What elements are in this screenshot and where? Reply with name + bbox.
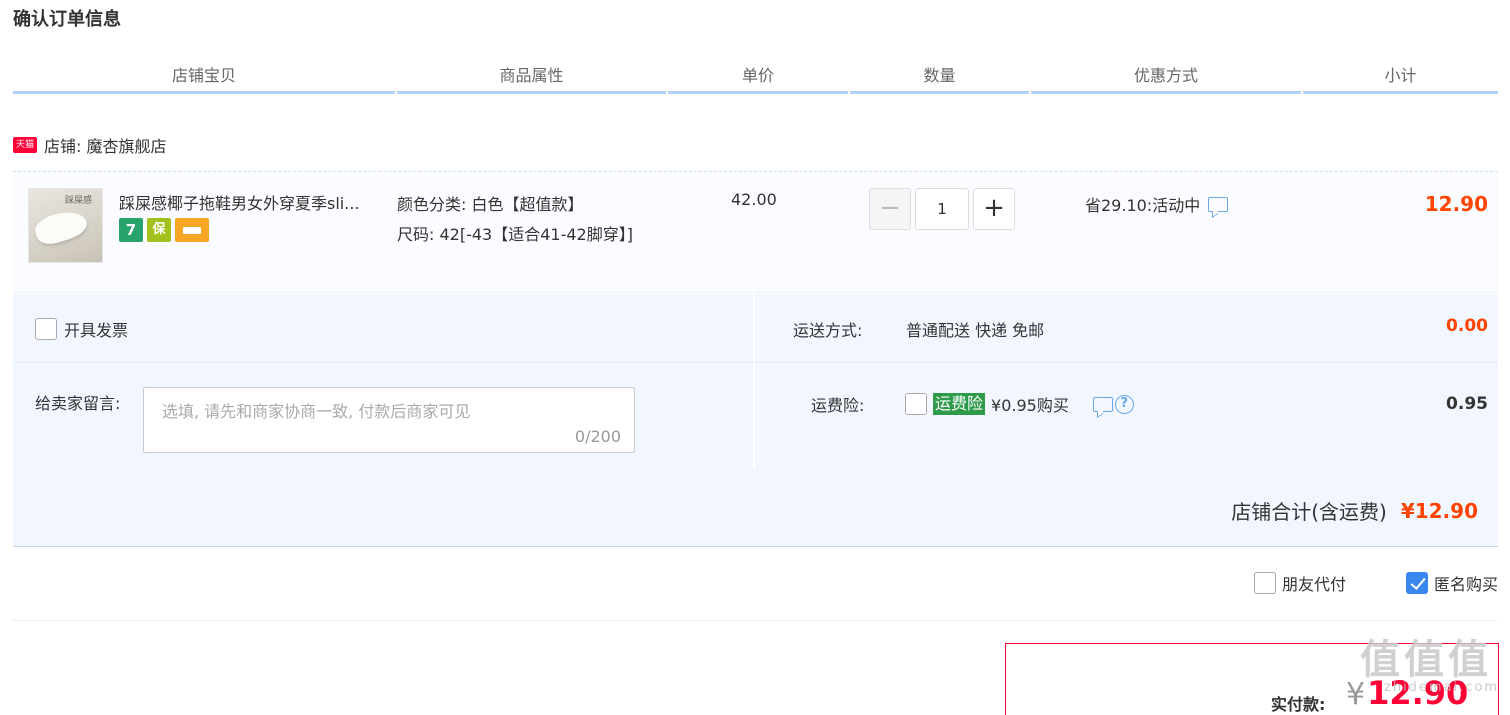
currency-symbol: ¥ <box>1346 677 1366 712</box>
discount-info: 省29.10:活动中 <box>1085 192 1229 216</box>
shop-total-label: 店铺合计(含运费) <box>1231 500 1387 524</box>
anonymous-label: 匿名购买 <box>1433 575 1498 594</box>
shop-total-band: 店铺合计(含运费) ¥12.90 <box>13 469 1498 547</box>
invoice-checkbox[interactable] <box>35 318 57 340</box>
shipping-insurance-option: 运费险 ¥0.95购买 ? <box>905 392 1134 416</box>
discount-text: 省29.10:活动中 <box>1085 196 1201 215</box>
quantity-input[interactable]: 1 <box>915 188 969 230</box>
friend-pay-checkbox[interactable] <box>1253 572 1276 594</box>
friend-pay-label: 朋友代付 <box>1281 575 1346 594</box>
insurance-help: ? <box>1085 394 1134 414</box>
order-options-right-panel <box>755 294 1498 469</box>
message-char-count: 0/200 <box>574 427 621 446</box>
column-header-attributes: 商品属性 <box>397 62 666 94</box>
column-header-discount: 优惠方式 <box>1031 62 1301 94</box>
invoice-option[interactable]: 开具发票 <box>35 317 128 341</box>
section-divider <box>13 620 1498 621</box>
decrease-quantity-button[interactable]: − <box>869 188 911 230</box>
message-label: 给卖家留言: <box>35 394 121 413</box>
item-subtotal: 12.90 <box>1424 192 1488 216</box>
watermark-url: zhidemai.com <box>1384 680 1500 695</box>
insurance-fee: 0.95 <box>1446 394 1488 414</box>
shop-line: 天猫 店铺: 魔杏旗舰店 <box>13 132 166 158</box>
credit-card-icon[interactable] <box>175 218 209 242</box>
question-mark-icon[interactable]: ? <box>1114 394 1134 414</box>
seller-message-textarea[interactable]: 选填, 请先和商家协商一致, 付款后商家可见 0/200 <box>143 387 635 453</box>
insurance-price: ¥0.95购买 <box>991 396 1069 415</box>
tmall-icon: 天猫 <box>13 137 37 153</box>
anonymous-checkbox[interactable] <box>1405 572 1428 594</box>
order-item-row: 踩屎感 踩屎感椰子拖鞋男女外穿夏季sli... 7 保 颜色分类: 白色【超值款… <box>13 171 1498 293</box>
product-title[interactable]: 踩屎感椰子拖鞋男女外穿夏季sli... <box>119 190 389 214</box>
payment-label: 实付款: <box>1271 695 1326 714</box>
chat-bubble-icon[interactable] <box>1208 196 1229 212</box>
message-placeholder: 选填, 请先和商家协商一致, 付款后商家可见 <box>162 402 471 421</box>
shop-total-value: ¥12.90 <box>1400 498 1478 523</box>
invoice-label: 开具发票 <box>64 321 129 340</box>
product-thumbnail[interactable]: 踩屎感 <box>28 188 103 263</box>
column-header-items: 店铺宝贝 <box>13 62 395 94</box>
payment-summary-box: 实付款: ¥12.90 <box>1005 643 1499 715</box>
thumbnail-brand-text: 踩屎感 <box>65 196 93 206</box>
attr-size: 尺码: 42[-43【适合41-42脚穿】] <box>397 225 633 244</box>
purchase-extras: 朋友代付 匿名购买 <box>1253 571 1498 595</box>
column-header-unit-price: 单价 <box>668 62 848 94</box>
shop-name[interactable]: 店铺: 魔杏旗舰店 <box>44 133 166 157</box>
seven-day-return-icon[interactable]: 7 <box>119 218 143 242</box>
shipping-fee: 0.00 <box>1446 316 1488 336</box>
attr-color: 颜色分类: 白色【超值款】 <box>397 195 584 214</box>
chat-bubble-icon[interactable] <box>1092 396 1113 412</box>
unit-price: 42.00 <box>731 190 777 209</box>
column-header-subtotal: 小计 <box>1303 62 1498 94</box>
shipping-label: 运送方式: <box>793 321 863 340</box>
insurance-checkbox[interactable] <box>905 393 927 415</box>
increase-quantity-button[interactable]: + <box>973 188 1015 230</box>
quantity-stepper: − 1 + <box>869 188 1015 230</box>
shipping-method[interactable]: 普通配送 快递 免邮 <box>906 317 1044 341</box>
insurance-tag: 运费险 <box>933 393 986 415</box>
shop-total: 店铺合计(含运费) ¥12.90 <box>1231 496 1478 525</box>
page-title: 确认订单信息 <box>13 9 121 30</box>
slipper-image <box>31 205 91 249</box>
options-divider <box>13 362 1498 363</box>
product-attributes: 颜色分类: 白色【超值款】 尺码: 42[-43【适合41-42脚穿】] <box>397 190 657 250</box>
anonymous-purchase-option[interactable]: 匿名购买 <box>1405 571 1498 595</box>
column-header-quantity: 数量 <box>850 62 1029 94</box>
friend-pay-option[interactable]: 朋友代付 <box>1253 571 1346 595</box>
insurance-label: 运费险: <box>811 396 865 415</box>
guarantee-icon[interactable]: 保 <box>147 218 171 242</box>
service-badges: 7 保 <box>119 218 209 242</box>
